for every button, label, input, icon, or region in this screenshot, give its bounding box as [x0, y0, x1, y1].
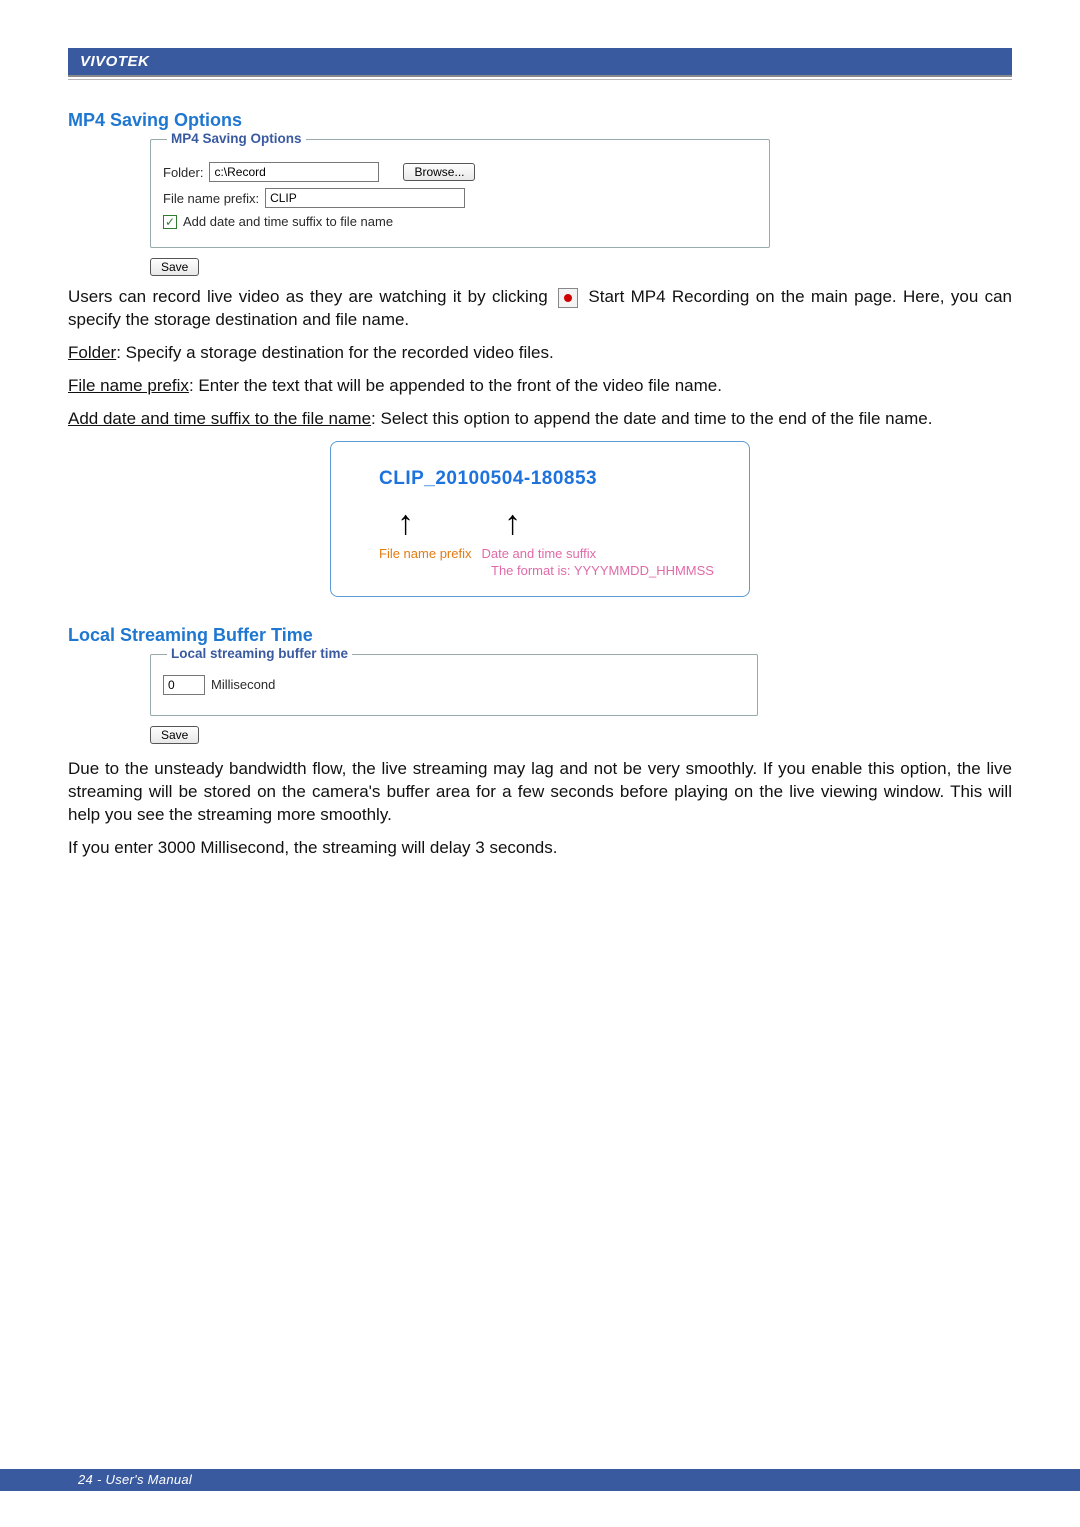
buffer-paragraph-1: Due to the unsteady bandwidth flow, the …: [68, 758, 1012, 827]
mp4-paragraph-1: Users can record live video as they are …: [68, 286, 1012, 332]
save-button-buffer[interactable]: Save: [150, 726, 199, 744]
prefix-desc-u: File name prefix: [68, 376, 189, 395]
folder-label: Folder:: [163, 165, 203, 180]
folder-description: Folder: Specify a storage destination fo…: [68, 342, 1012, 365]
prefix-label: File name prefix:: [163, 191, 259, 206]
mp4-screenshot: MP4 Saving Options Folder: Browse... Fil…: [150, 139, 1012, 248]
arrow-up-icon: ↑: [397, 506, 414, 540]
section-title-buffer: Local Streaming Buffer Time: [68, 625, 1012, 646]
folder-input[interactable]: [209, 162, 379, 182]
brand-bar: VIVOTEK: [68, 48, 1012, 75]
mp4-para1a: Users can record live video as they are …: [68, 287, 548, 306]
caption-format: The format is: YYYYMMDD_HHMMSS: [491, 563, 729, 578]
caption-suffix: Date and time suffix: [481, 546, 596, 561]
buffer-screenshot: Local streaming buffer time Millisecond: [150, 654, 1012, 716]
record-icon: [558, 288, 578, 308]
buffer-legend: Local streaming buffer time: [167, 646, 352, 661]
suffix-desc-t: : Select this option to append the date …: [371, 409, 932, 428]
prefix-desc-t: : Enter the text that will be appended t…: [189, 376, 722, 395]
prefix-description: File name prefix: Enter the text that wi…: [68, 375, 1012, 398]
suffix-desc-u: Add date and time suffix to the file nam…: [68, 409, 371, 428]
arrow-up-icon: ↑: [504, 506, 521, 540]
folder-desc-u: Folder: [68, 343, 116, 362]
divider-thick: [68, 75, 1012, 77]
buffer-unit: Millisecond: [211, 677, 275, 692]
prefix-input[interactable]: [265, 188, 465, 208]
folder-desc-t: : Specify a storage destination for the …: [116, 343, 554, 362]
browse-button[interactable]: Browse...: [403, 163, 475, 181]
page-footer: 24 - User's Manual: [78, 1472, 192, 1487]
example-filename: CLIP_20100504-180853: [379, 468, 729, 490]
filename-example: CLIP_20100504-180853 ↑ ↑ File name prefi…: [330, 441, 750, 597]
suffix-checkbox[interactable]: ✓: [163, 215, 177, 229]
section-title-mp4: MP4 Saving Options: [68, 110, 1012, 131]
mp4-legend: MP4 Saving Options: [167, 131, 306, 146]
buffer-paragraph-2: If you enter 3000 Millisecond, the strea…: [68, 837, 1012, 860]
buffer-fieldset: Local streaming buffer time Millisecond: [150, 654, 758, 716]
caption-prefix: File name prefix: [379, 546, 471, 561]
buffer-input[interactable]: [163, 675, 205, 695]
suffix-description: Add date and time suffix to the file nam…: [68, 408, 1012, 431]
mp4-fieldset: MP4 Saving Options Folder: Browse... Fil…: [150, 139, 770, 248]
save-button-mp4[interactable]: Save: [150, 258, 199, 276]
suffix-checkbox-label: Add date and time suffix to file name: [183, 214, 393, 229]
